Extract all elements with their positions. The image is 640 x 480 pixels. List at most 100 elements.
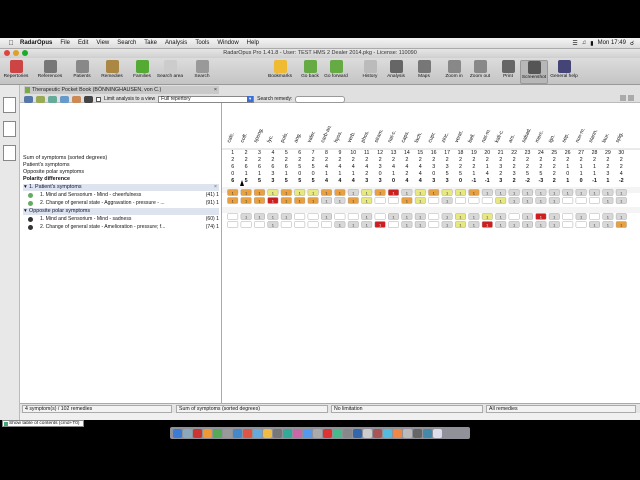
remedy-label[interactable]: valer. — [306, 130, 317, 144]
grade-cell[interactable] — [280, 221, 292, 228]
grade-cell[interactable] — [428, 221, 440, 228]
remedy-label[interactable]: cupr. — [427, 131, 437, 144]
menu-window[interactable]: Window — [213, 40, 242, 46]
minimize-window-button[interactable] — [13, 50, 19, 56]
dock-app-icon[interactable] — [213, 428, 222, 438]
dock-app-icon[interactable] — [373, 428, 382, 438]
grade-cell[interactable] — [321, 221, 332, 228]
remedy-label[interactable]: merc. — [534, 130, 545, 144]
references-button[interactable]: References — [36, 60, 64, 84]
print-icon[interactable] — [620, 95, 626, 101]
remedy-label[interactable]: lach. — [414, 131, 424, 143]
wifi-icon[interactable]: ☰ — [572, 40, 577, 47]
grid-icon[interactable] — [36, 95, 45, 103]
clock[interactable]: Mon 17:49 — [598, 40, 626, 46]
remedy-label[interactable]: nat-m. — [481, 128, 493, 144]
book-tab[interactable]: Therapeutic Pocket Book (BÖNNINGHAUSEN, … — [24, 86, 219, 94]
dock-app-icon[interactable] — [393, 428, 402, 438]
grade-cell[interactable] — [428, 197, 440, 204]
rubric-row[interactable]: 1. Mind and Sensorium - Mind - cheerfuln… — [24, 192, 219, 199]
grade-cell[interactable] — [294, 221, 306, 228]
settings-icon[interactable] — [628, 95, 634, 101]
grade-cell[interactable] — [428, 213, 440, 220]
dock-app-icon[interactable] — [243, 428, 252, 438]
dock-app-icon[interactable] — [323, 428, 332, 438]
remedy-label[interactable]: puls. — [280, 131, 290, 143]
dock-app-icon[interactable] — [263, 428, 272, 438]
dock-app-icon[interactable] — [433, 428, 442, 438]
grade-cell[interactable] — [374, 197, 386, 204]
globe-icon[interactable] — [60, 95, 69, 103]
patients-button[interactable]: Patients — [68, 60, 96, 84]
grade-cell[interactable] — [508, 213, 520, 220]
dock-app-icon[interactable] — [363, 428, 372, 438]
dock-app-icon[interactable] — [303, 428, 312, 438]
dock-app-icon[interactable] — [223, 428, 232, 438]
grade-cell[interactable] — [455, 197, 466, 204]
go-back-button[interactable]: Go back — [296, 60, 324, 84]
grade-cell[interactable] — [562, 221, 574, 228]
grade-cell[interactable] — [481, 197, 493, 204]
rubric-row[interactable]: 1. Mind and Sensorium - Mind - sadness (… — [24, 216, 219, 223]
remedy-label[interactable]: zinc. — [440, 132, 450, 144]
battery-icon[interactable]: ▮ — [590, 40, 593, 47]
dock-app-icon[interactable] — [173, 428, 182, 438]
remedy-label[interactable]: hyos. — [333, 130, 344, 144]
remedy-label[interactable]: verat. — [454, 130, 465, 144]
spotlight-icon[interactable]: ☌ — [630, 40, 634, 47]
zoom-in-button[interactable]: Zoom in — [440, 60, 468, 84]
repertories-button[interactable]: Repertories — [2, 60, 30, 84]
status-remedies[interactable]: All remedies — [486, 405, 636, 413]
menu-view[interactable]: View — [92, 40, 113, 46]
dock-app-icon[interactable] — [313, 428, 322, 438]
grade-cell[interactable] — [227, 213, 239, 220]
remedy-label[interactable]: coff. — [239, 133, 249, 144]
remedy-label[interactable]: ang. — [293, 132, 303, 144]
remedy-label[interactable]: nat-c. — [387, 130, 398, 144]
dock-app-icon[interactable] — [283, 428, 292, 438]
menu-app[interactable]: RadarOpus — [16, 40, 56, 46]
remedies-button[interactable]: Remedies — [98, 60, 126, 84]
dock-app-icon[interactable] — [193, 428, 202, 438]
grade-cell[interactable] — [388, 221, 399, 228]
remedy-label[interactable]: carb-an. — [320, 124, 333, 144]
grade-cell[interactable] — [307, 213, 319, 220]
menu-help[interactable]: Help — [243, 40, 263, 46]
remedy-label[interactable]: bell. — [467, 133, 476, 144]
go-forward-button[interactable]: Go forward — [322, 60, 350, 84]
section-opposite-symptoms[interactable]: ▾ Opposite polar symptoms — [23, 208, 219, 215]
dock-app-icon[interactable] — [383, 428, 392, 438]
remedy-label[interactable]: calc. — [226, 132, 236, 144]
history-button[interactable]: History — [356, 60, 384, 84]
remedy-label[interactable]: sep. — [561, 132, 571, 143]
remedy-label[interactable]: caps. — [400, 130, 411, 144]
dock-app-icon[interactable] — [413, 428, 422, 438]
grade-cell[interactable] — [334, 213, 346, 220]
menu-take[interactable]: Take — [140, 40, 161, 46]
grade-cell[interactable] — [294, 213, 306, 220]
remedy-label[interactable]: stann. — [588, 128, 599, 143]
dock-app-icon[interactable] — [343, 428, 352, 438]
remedy-label[interactable]: ars. — [507, 133, 516, 143]
document-icon[interactable] — [3, 97, 16, 113]
remedy-label[interactable]: ign. — [548, 134, 557, 144]
volume-icon[interactable]: ♫ — [582, 40, 587, 46]
grade-cell[interactable] — [347, 213, 359, 220]
menu-search[interactable]: Search — [113, 40, 140, 46]
remedy-label[interactable]: sabad. — [521, 127, 533, 144]
grade-cell[interactable] — [227, 221, 239, 228]
status-limit[interactable]: No limitation — [331, 405, 483, 413]
dock-app-icon[interactable] — [333, 428, 342, 438]
dock-app-icon[interactable] — [233, 428, 242, 438]
dock-app-icon[interactable] — [203, 428, 212, 438]
grade-cell[interactable] — [374, 213, 386, 220]
menu-edit[interactable]: Edit — [74, 40, 92, 46]
grade-cell[interactable] — [589, 213, 600, 220]
search-button[interactable]: Search — [188, 60, 216, 84]
status-sort-select[interactable]: Sum of symptoms (sorted degrees) — [176, 405, 328, 413]
general-help-button[interactable]: General help — [550, 60, 578, 84]
grade-cell[interactable] — [307, 221, 319, 228]
rubric-row[interactable]: 2. Change of general state - Aggravation… — [24, 200, 219, 207]
menu-analysis[interactable]: Analysis — [161, 40, 191, 46]
limit-analysis-checkbox[interactable] — [96, 96, 101, 102]
